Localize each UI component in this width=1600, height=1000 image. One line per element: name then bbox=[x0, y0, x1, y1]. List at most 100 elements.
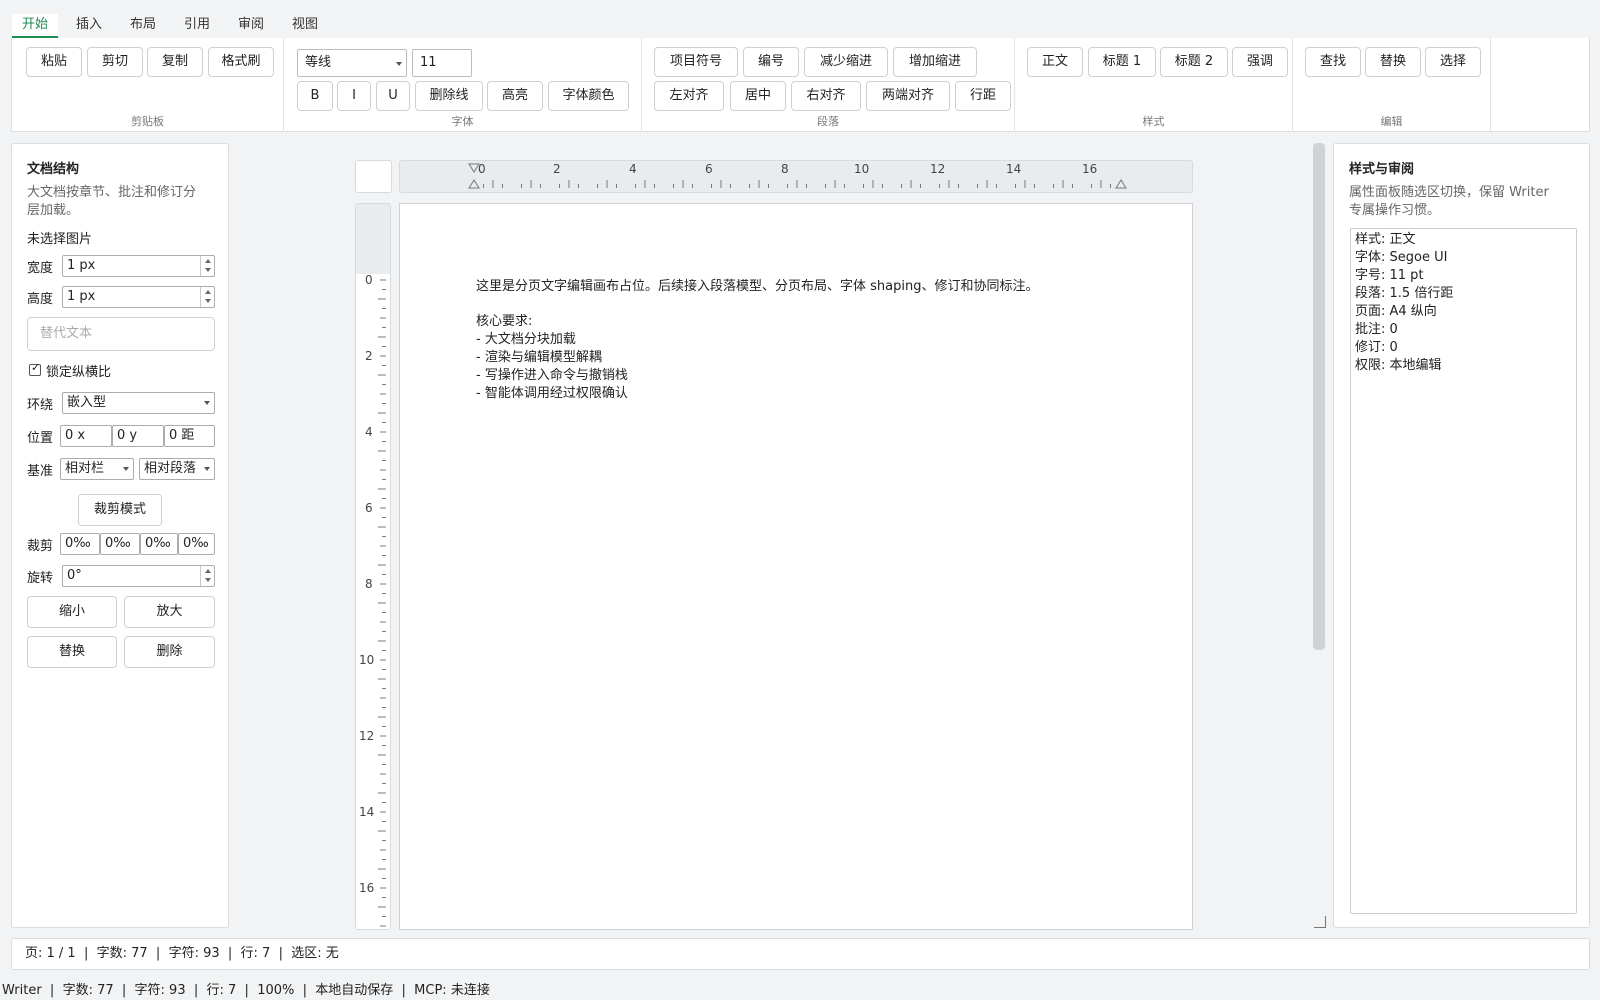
position-distance-input[interactable]: 0 距 bbox=[164, 425, 215, 447]
increase-indent-button[interactable]: 增加缩进 bbox=[893, 47, 977, 77]
width-label: 宽度 bbox=[27, 261, 54, 276]
tab-insert[interactable]: 插入 bbox=[66, 14, 112, 38]
ribbon: 粘贴 剪切 复制 格式刷 剪贴板 等线 11 B I U 删除线 高亮 字体颜色… bbox=[11, 38, 1590, 132]
vertical-ruler[interactable]: 0 2 4 6 8 10 12 14 16 bbox=[355, 203, 391, 930]
basis-vertical-value: 相对段落 bbox=[144, 461, 197, 476]
height-input[interactable]: 1 px bbox=[62, 286, 215, 308]
line-spacing-button[interactable]: 行距 bbox=[955, 81, 1011, 111]
tab-references[interactable]: 引用 bbox=[174, 14, 220, 38]
rotate-spinner[interactable] bbox=[200, 566, 214, 586]
left-indent-marker-icon bbox=[468, 179, 480, 189]
position-x-input[interactable]: 0 x bbox=[60, 425, 112, 447]
clipboard-group: 粘贴 剪切 复制 格式刷 剪贴板 bbox=[12, 38, 284, 132]
height-spinner[interactable] bbox=[200, 287, 214, 307]
select-button[interactable]: 选择 bbox=[1425, 47, 1481, 77]
font-name-value: 等线 bbox=[305, 55, 332, 70]
basis-vertical-select[interactable]: 相对段落 bbox=[139, 458, 215, 480]
replace-image-button[interactable]: 替换 bbox=[27, 636, 117, 668]
info-paragraph: 段落: 1.5 倍行距 bbox=[1355, 286, 1454, 301]
document-paragraph[interactable]: 这里是分页文字编辑画布占位。后续接入段落模型、分页布局、字体 shaping、修… bbox=[476, 275, 1038, 294]
delete-image-button[interactable]: 删除 bbox=[124, 636, 215, 668]
status-text: 页: 1 / 1 | 字数: 77 | 字符: 93 | 行: 7 | 选区: … bbox=[25, 946, 339, 961]
font-name-select[interactable]: 等线 bbox=[297, 49, 407, 77]
h-tick-12: 12 bbox=[930, 162, 946, 176]
h-tick-8: 8 bbox=[781, 162, 789, 176]
rotate-value: 0° bbox=[67, 568, 82, 583]
find-button[interactable]: 查找 bbox=[1305, 47, 1361, 77]
tab-review[interactable]: 审阅 bbox=[228, 14, 274, 38]
style-emphasis-button[interactable]: 强调 bbox=[1232, 47, 1288, 77]
underline-button[interactable]: U bbox=[376, 81, 410, 111]
style-heading1-button[interactable]: 标题 1 bbox=[1088, 47, 1156, 77]
font-color-button[interactable]: 字体颜色 bbox=[548, 81, 629, 111]
strikethrough-button[interactable]: 删除线 bbox=[415, 81, 483, 111]
lock-ratio-checkbox[interactable] bbox=[29, 361, 41, 376]
rotate-input[interactable]: 0° bbox=[62, 565, 215, 587]
style-heading2-button[interactable]: 标题 2 bbox=[1160, 47, 1228, 77]
crop-top-input[interactable]: 0‰ bbox=[100, 533, 140, 555]
document-list-item[interactable]: - 大文档分块加载 bbox=[476, 328, 576, 347]
copy-button[interactable]: 复制 bbox=[147, 47, 203, 77]
v-tick-2: 2 bbox=[365, 349, 373, 363]
shrink-button[interactable]: 缩小 bbox=[27, 596, 117, 628]
width-input[interactable]: 1 px bbox=[62, 255, 215, 277]
basis-horizontal-select[interactable]: 相对栏 bbox=[60, 458, 134, 480]
h-tick-2: 2 bbox=[553, 162, 561, 176]
tab-view[interactable]: 视图 bbox=[282, 14, 328, 38]
decrease-indent-button[interactable]: 减少缩进 bbox=[804, 47, 888, 77]
font-group: 等线 11 B I U 删除线 高亮 字体颜色 字体 bbox=[284, 38, 642, 132]
info-permission: 权限: 本地编辑 bbox=[1355, 358, 1442, 373]
wrap-select[interactable]: 嵌入型 bbox=[62, 392, 215, 414]
format-painter-button[interactable]: 格式刷 bbox=[208, 47, 274, 77]
crop-bottom-value: 0‰ bbox=[183, 536, 209, 551]
properties-text-area[interactable]: 样式: 正文 字体: Segoe UI 字号: 11 pt 段落: 1.5 倍行… bbox=[1350, 228, 1577, 914]
editing-label: 编辑 bbox=[1380, 115, 1403, 128]
alt-text-placeholder: 替代文本 bbox=[40, 326, 93, 341]
height-label: 高度 bbox=[27, 292, 54, 307]
numbering-button[interactable]: 编号 bbox=[743, 47, 799, 77]
document-page[interactable]: 这里是分页文字编辑画布占位。后续接入段落模型、分页布局、字体 shaping、修… bbox=[399, 203, 1193, 930]
crop-mode-button[interactable]: 裁剪模式 bbox=[78, 494, 162, 526]
document-list-item[interactable]: - 渲染与编辑模型解耦 bbox=[476, 346, 602, 365]
crop-left-input[interactable]: 0‰ bbox=[60, 533, 100, 555]
align-right-button[interactable]: 右对齐 bbox=[791, 81, 861, 111]
bold-button[interactable]: B bbox=[297, 81, 333, 111]
wrap-value: 嵌入型 bbox=[67, 395, 107, 410]
document-list-item[interactable]: - 写操作进入命令与撤销栈 bbox=[476, 364, 628, 383]
alt-text-input[interactable]: 替代文本 bbox=[27, 317, 215, 351]
enlarge-button[interactable]: 放大 bbox=[124, 596, 215, 628]
align-left-button[interactable]: 左对齐 bbox=[654, 81, 724, 111]
paste-button[interactable]: 粘贴 bbox=[26, 47, 82, 77]
resize-grip-icon[interactable] bbox=[1314, 916, 1326, 928]
position-y-input[interactable]: 0 y bbox=[112, 425, 164, 447]
highlight-button[interactable]: 高亮 bbox=[487, 81, 543, 111]
horizontal-ruler-ticks bbox=[468, 163, 1127, 189]
info-style: 样式: 正文 bbox=[1355, 232, 1416, 247]
document-scrollbar[interactable] bbox=[1313, 143, 1325, 650]
right-panel-desc-line2: 专属操作习惯。 bbox=[1349, 203, 1441, 218]
font-size-input[interactable]: 11 bbox=[412, 49, 472, 77]
panel-title: 文档结构 bbox=[27, 162, 80, 177]
h-tick-6: 6 bbox=[705, 162, 713, 176]
crop-bottom-input[interactable]: 0‰ bbox=[178, 533, 215, 555]
document-heading[interactable]: 核心要求: bbox=[476, 310, 532, 329]
width-spinner[interactable] bbox=[200, 256, 214, 276]
tab-layout[interactable]: 布局 bbox=[120, 14, 166, 38]
right-indent-marker-icon bbox=[1115, 179, 1127, 189]
justify-button[interactable]: 两端对齐 bbox=[866, 81, 950, 111]
horizontal-ruler[interactable]: 0 2 4 6 8 10 12 14 16 bbox=[399, 160, 1193, 193]
tab-home[interactable]: 开始 bbox=[12, 14, 59, 38]
info-revisions: 修订: 0 bbox=[1355, 340, 1398, 355]
italic-button[interactable]: I bbox=[337, 81, 371, 111]
document-list-item[interactable]: - 智能体调用经过权限确认 bbox=[476, 382, 628, 401]
chevron-down-icon bbox=[204, 467, 210, 471]
cut-button[interactable]: 剪切 bbox=[87, 47, 143, 77]
crop-right-input[interactable]: 0‰ bbox=[140, 533, 178, 555]
bullets-button[interactable]: 项目符号 bbox=[654, 47, 738, 77]
style-normal-button[interactable]: 正文 bbox=[1027, 47, 1083, 77]
chevron-down-icon bbox=[204, 401, 210, 405]
align-center-button[interactable]: 居中 bbox=[730, 81, 786, 111]
replace-button[interactable]: 替换 bbox=[1365, 47, 1421, 77]
crop-label: 裁剪 bbox=[27, 539, 54, 554]
ruler-corner bbox=[355, 160, 392, 193]
